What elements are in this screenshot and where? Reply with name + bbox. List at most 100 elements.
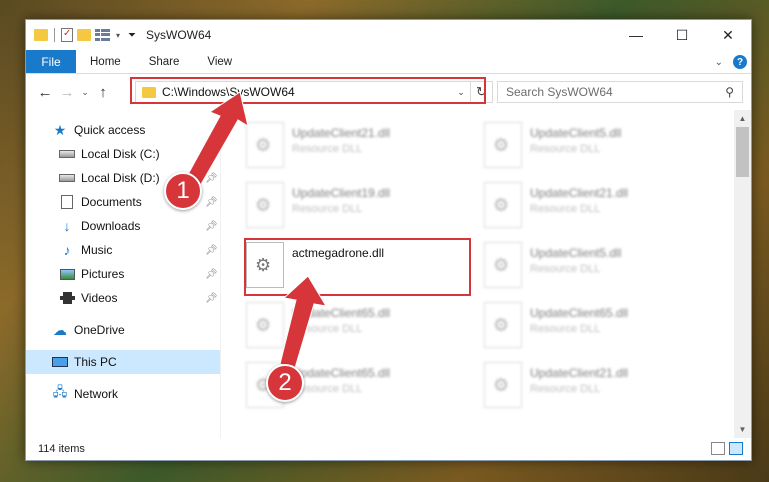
dll-file-icon [484, 182, 522, 228]
refresh-button[interactable]: ↻ [471, 81, 493, 103]
dll-file-icon [484, 362, 522, 408]
pin-icon[interactable]: 📌︎ [205, 149, 218, 160]
address-path[interactable]: C:\Windows\SysWOW64 [162, 85, 452, 99]
pin-icon[interactable]: 📌︎ [205, 197, 218, 208]
navigation-pane: ★ Quick access Local Disk (C:) 📌︎ Local … [26, 110, 221, 438]
star-icon: ★ [53, 121, 67, 138]
cloud-icon: ☁ [53, 321, 67, 338]
sidebar-item-network[interactable]: 🖧︎ Network [26, 382, 220, 406]
file-name: UpdateClient65.dll [292, 306, 391, 320]
file-item[interactable]: UpdateClient19.dll Resource DLL [222, 176, 447, 234]
search-icon[interactable]: ⚲ [725, 85, 734, 99]
videos-icon [59, 292, 75, 304]
quick-access-toolbar: ▾ ⏷ [34, 28, 136, 42]
sidebar-item-label: This PC [74, 355, 117, 369]
pin-icon[interactable]: 📌︎ [205, 221, 218, 232]
back-arrow-icon[interactable]: ← [34, 84, 56, 101]
sidebar-item-onedrive[interactable]: ☁ OneDrive [26, 318, 220, 342]
vertical-scrollbar[interactable]: ▲ ▼ [734, 110, 751, 438]
expand-ribbon-icon[interactable]: ⌄ [715, 57, 723, 68]
dll-file-icon [484, 302, 522, 348]
pin-icon[interactable]: 📌︎ [205, 293, 218, 304]
sidebar-item-downloads[interactable]: ↓ Downloads 📌︎ [26, 214, 220, 238]
file-item-actmegadrone[interactable]: actmegadrone.dll [222, 236, 447, 294]
chevron-down-icon[interactable]: ⌄ [452, 87, 470, 98]
content-area: ★ Quick access Local Disk (C:) 📌︎ Local … [26, 110, 751, 438]
pin-icon[interactable]: 📌︎ [205, 245, 218, 256]
file-type: Resource DLL [530, 323, 601, 335]
file-name: UpdateClient21.dll [292, 126, 391, 140]
sidebar-item-label: Downloads [81, 219, 141, 233]
pin-icon[interactable]: 📌︎ [205, 269, 218, 280]
file-item[interactable]: UpdateClient21.dll Resource DLL [460, 356, 685, 414]
view-details-icon[interactable] [95, 29, 111, 41]
up-arrow-icon[interactable]: ↑ [92, 84, 114, 101]
close-button[interactable]: ✕ [705, 20, 751, 50]
callout-1: 1 [164, 172, 202, 210]
file-name: UpdateClient5.dll [530, 246, 622, 260]
tab-share[interactable]: Share [135, 50, 194, 73]
toolbar-divider [54, 28, 55, 42]
explorer-window: ▾ ⏷ SysWOW64 — ☐ ✕ File Home Share View … [25, 19, 752, 461]
file-item[interactable]: UpdateClient65.dll Resource DLL [460, 296, 685, 354]
computer-icon [52, 357, 68, 367]
properties-icon[interactable] [61, 28, 73, 42]
sidebar-item-label: Local Disk (D:) [81, 171, 160, 185]
file-item[interactable]: UpdateClient21.dll Resource DLL [222, 116, 447, 174]
large-icons-view-icon[interactable] [729, 442, 743, 455]
new-folder-icon[interactable] [77, 29, 91, 41]
sidebar-item-this-pc[interactable]: This PC [26, 350, 220, 374]
callout-2: 2 [266, 364, 304, 402]
file-type: Resource DLL [530, 383, 601, 395]
sidebar-item-videos[interactable]: Videos 📌︎ [26, 286, 220, 310]
dll-file-icon [246, 182, 284, 228]
file-type: Resource DLL [530, 203, 601, 215]
sidebar-item-music[interactable]: ♪ Music 📌︎ [26, 238, 220, 262]
sidebar-item-label: Music [81, 243, 113, 257]
chevron-down-icon[interactable]: ▾ [116, 31, 120, 40]
file-name: UpdateClient21.dll [530, 186, 629, 200]
sidebar-item-label: OneDrive [74, 323, 125, 337]
file-item[interactable]: UpdateClient5.dll Resource DLL [460, 116, 685, 174]
file-item[interactable]: UpdateClient65.dll Resource DLL [222, 356, 447, 414]
pin-icon[interactable]: 📌︎ [205, 173, 218, 184]
download-icon: ↓ [63, 218, 71, 234]
file-type: Resource DLL [292, 383, 363, 395]
search-input[interactable]: Search SysWOW64 ⚲ [497, 81, 743, 103]
file-item[interactable]: UpdateClient21.dll Resource DLL [460, 176, 685, 234]
item-count: 114 items [38, 443, 85, 455]
minimize-button[interactable]: — [613, 20, 659, 50]
dll-file-icon [484, 122, 522, 168]
scrollbar-thumb[interactable] [736, 127, 749, 177]
customize-toolbar-icon[interactable]: ⏷ [128, 30, 136, 41]
forward-arrow-icon[interactable]: → [56, 84, 78, 101]
maximize-button[interactable]: ☐ [659, 20, 705, 50]
file-item[interactable]: UpdateClient5.dll Resource DLL [460, 236, 685, 294]
sidebar-item-pictures[interactable]: Pictures 📌︎ [26, 262, 220, 286]
pictures-icon [59, 268, 75, 280]
help-icon[interactable]: ? [733, 55, 747, 69]
dll-file-icon [246, 242, 284, 288]
folder-icon [142, 86, 156, 98]
file-name: UpdateClient65.dll [292, 366, 391, 380]
dll-file-icon [484, 242, 522, 288]
address-bar[interactable]: C:\Windows\SysWOW64 ⌄ [135, 81, 471, 103]
file-type: Resource DLL [292, 323, 363, 335]
file-type: Resource DLL [530, 143, 601, 155]
title-bar: ▾ ⏷ SysWOW64 — ☐ ✕ [26, 20, 751, 50]
scroll-down-icon[interactable]: ▼ [734, 421, 751, 438]
sidebar-item-quick-access[interactable]: ★ Quick access [26, 118, 220, 142]
recent-locations-icon[interactable]: ⌄ [78, 87, 92, 98]
tab-home[interactable]: Home [76, 50, 135, 73]
scroll-up-icon[interactable]: ▲ [734, 110, 751, 127]
sidebar-item-local-disk-c[interactable]: Local Disk (C:) 📌︎ [26, 142, 220, 166]
file-type: Resource DLL [530, 263, 601, 275]
file-item[interactable]: UpdateClient65.dll Resource DLL [222, 296, 447, 354]
tab-view[interactable]: View [193, 50, 246, 73]
sidebar-item-label: Documents [81, 195, 142, 209]
file-name: UpdateClient19.dll [292, 186, 391, 200]
disk-icon [59, 150, 75, 158]
tab-file[interactable]: File [26, 50, 76, 73]
disk-icon [59, 174, 75, 182]
details-view-icon[interactable] [711, 442, 725, 455]
